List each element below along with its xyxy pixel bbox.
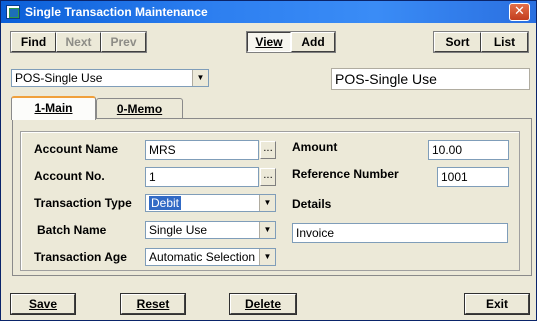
account-name-label: Account Name [34,142,119,156]
save-button[interactable]: Save [10,293,76,315]
transaction-category-value: POS-Single Use [15,71,103,85]
reference-number-field[interactable]: 1001 [437,167,509,187]
transaction-type-value: Debit [149,196,182,210]
app-window: Single Transaction Maintenance ✕ Find Ne… [0,0,537,321]
tab-main-label: 1-Main [34,101,73,115]
transaction-age-select[interactable]: Automatic Selection ▼ [145,248,276,266]
transaction-type-select[interactable]: Debit ▼ [145,194,276,212]
find-button[interactable]: Find [11,32,56,52]
background-strip [538,0,547,325]
delete-button-label: Delete [244,297,282,311]
title-bar[interactable]: Single Transaction Maintenance ✕ [1,1,536,23]
batch-name-select[interactable]: Single Use ▼ [145,221,276,239]
exit-button[interactable]: Exit [464,293,530,315]
details-field[interactable]: Invoice [292,223,508,243]
account-no-field[interactable]: 1 [145,167,259,187]
transaction-category-select[interactable]: POS-Single Use ▼ [11,69,209,87]
window-title: Single Transaction Maintenance [25,5,208,19]
list-button[interactable]: List [481,32,528,52]
account-name-field[interactable]: MRS [145,140,259,160]
amount-field[interactable]: 10.00 [428,140,509,160]
batch-name-label: Batch Name [37,223,107,237]
prev-button[interactable]: Prev [101,32,146,52]
navigation-toolbar: Find Next Prev [10,31,147,53]
transaction-age-label: Transaction Age [34,250,127,264]
chevron-down-icon[interactable]: ▼ [259,249,275,265]
tab-memo[interactable]: 0-Memo [96,98,183,120]
account-name-lookup-button[interactable]: ... [260,141,276,159]
close-button[interactable]: ✕ [509,3,530,21]
amount-label: Amount [292,140,338,154]
view-toolbar: View Add [246,31,336,53]
chevron-down-icon[interactable]: ▼ [192,70,208,86]
app-icon [6,5,20,19]
reset-button-label: Reset [136,297,170,311]
transaction-age-value: Automatic Selection [149,250,256,264]
next-button[interactable]: Next [56,32,101,52]
view-button-label: View [255,35,283,49]
details-label: Details [292,197,332,211]
chevron-down-icon[interactable]: ▼ [259,222,275,238]
tab-memo-label: 0-Memo [116,102,163,116]
add-button[interactable]: Add [291,32,335,52]
reference-number-label: Reference Number [292,167,399,181]
reset-button[interactable]: Reset [120,293,186,315]
delete-button[interactable]: Delete [229,293,297,315]
sort-button[interactable]: Sort [434,32,481,52]
view-button[interactable]: View [247,32,291,52]
tab-main[interactable]: 1-Main [11,96,96,120]
transaction-type-label: Transaction Type [34,196,132,210]
save-button-label: Save [28,297,58,311]
batch-name-value: Single Use [149,223,208,237]
exit-button-label: Exit [485,297,508,311]
account-no-lookup-button[interactable]: ... [260,168,276,186]
account-no-label: Account No. [34,169,105,183]
list-toolbar: Sort List [433,31,529,53]
chevron-down-icon[interactable]: ▼ [259,195,275,211]
transaction-category-display: POS-Single Use [331,68,530,90]
